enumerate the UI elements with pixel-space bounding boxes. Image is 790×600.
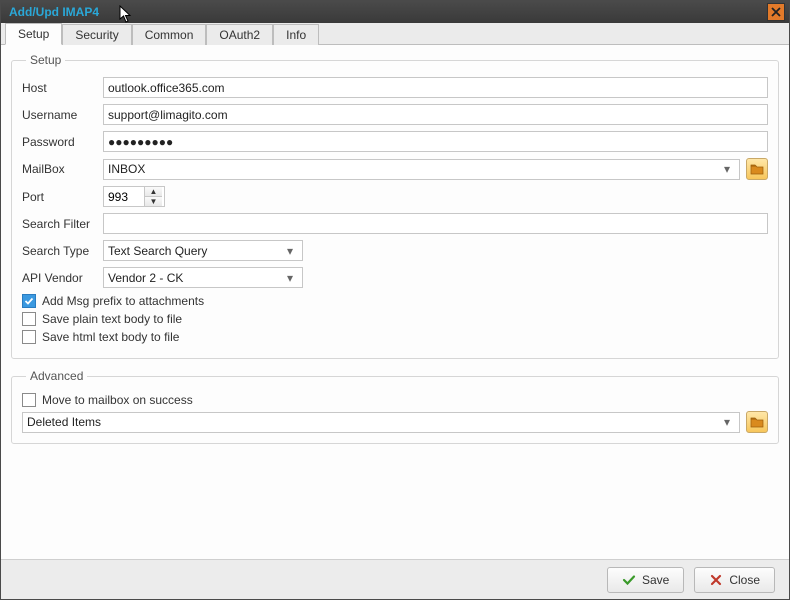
- tab-oauth2[interactable]: OAuth2: [206, 24, 273, 45]
- titlebar: Add/Upd IMAP4: [1, 1, 789, 23]
- x-icon: [709, 573, 723, 587]
- tab-security[interactable]: Security: [62, 24, 131, 45]
- close-icon: [771, 7, 781, 17]
- check-saveplain-label: Save plain text body to file: [42, 312, 182, 326]
- checkbox-icon: [22, 294, 36, 308]
- password-label: Password: [22, 135, 97, 149]
- check-saveplain[interactable]: Save plain text body to file: [22, 312, 768, 326]
- close-button[interactable]: Close: [694, 567, 775, 593]
- spacer: [11, 454, 779, 551]
- port-spin-down[interactable]: ▼: [145, 197, 162, 206]
- dialog-footer: Save Close: [1, 559, 789, 599]
- mailbox-combo[interactable]: INBOX ▾: [103, 159, 740, 180]
- setup-legend: Setup: [26, 53, 65, 67]
- tab-info[interactable]: Info: [273, 24, 319, 45]
- checkbox-icon: [22, 312, 36, 326]
- advanced-legend: Advanced: [26, 369, 87, 383]
- username-label: Username: [22, 108, 97, 122]
- mouse-cursor-icon: [119, 5, 135, 25]
- setup-group: Setup Host Username Password MailBox INB…: [11, 53, 779, 359]
- check-msgprefix-label: Add Msg prefix to attachments: [42, 294, 204, 308]
- checkbox-icon: [22, 330, 36, 344]
- chevron-down-icon: ▾: [719, 162, 735, 176]
- port-spin-up[interactable]: ▲: [145, 187, 162, 197]
- searchfilter-input[interactable]: [103, 213, 768, 234]
- searchtype-value: Text Search Query: [108, 244, 207, 258]
- port-label: Port: [22, 190, 97, 204]
- close-button-label: Close: [729, 573, 760, 587]
- checkbox-icon: [22, 393, 36, 407]
- folder-icon: [750, 415, 764, 429]
- port-input[interactable]: [104, 188, 144, 206]
- apivendor-label: API Vendor: [22, 271, 97, 285]
- window-title: Add/Upd IMAP4: [9, 5, 99, 19]
- host-label: Host: [22, 81, 97, 95]
- port-spinner[interactable]: ▲ ▼: [103, 186, 165, 207]
- chevron-down-icon: ▾: [282, 271, 298, 285]
- check-move[interactable]: Move to mailbox on success: [22, 393, 768, 407]
- tab-common[interactable]: Common: [132, 24, 207, 45]
- check-msgprefix[interactable]: Add Msg prefix to attachments: [22, 294, 768, 308]
- window-close-button[interactable]: [767, 3, 785, 21]
- dialog-window: Add/Upd IMAP4 Setup Security Common OAut…: [0, 0, 790, 600]
- check-move-label: Move to mailbox on success: [42, 393, 193, 407]
- tab-setup[interactable]: Setup: [5, 23, 62, 45]
- moveto-combo[interactable]: Deleted Items ▾: [22, 412, 740, 433]
- chevron-down-icon: ▾: [282, 244, 298, 258]
- mailbox-label: MailBox: [22, 162, 97, 176]
- searchfilter-label: Search Filter: [22, 217, 97, 231]
- moveto-value: Deleted Items: [27, 415, 101, 429]
- check-savehtml-label: Save html text body to file: [42, 330, 179, 344]
- password-input[interactable]: [103, 131, 768, 152]
- searchtype-label: Search Type: [22, 244, 97, 258]
- advanced-group: Advanced Move to mailbox on success Dele…: [11, 369, 779, 444]
- check-savehtml[interactable]: Save html text body to file: [22, 330, 768, 344]
- save-button[interactable]: Save: [607, 567, 684, 593]
- save-button-label: Save: [642, 573, 669, 587]
- mailbox-value: INBOX: [108, 162, 145, 176]
- check-icon: [622, 573, 636, 587]
- apivendor-value: Vendor 2 - CK: [108, 271, 183, 285]
- apivendor-combo[interactable]: Vendor 2 - CK ▾: [103, 267, 303, 288]
- tabstrip: Setup Security Common OAuth2 Info: [1, 23, 789, 45]
- tab-pane-setup: Setup Host Username Password MailBox INB…: [1, 45, 789, 559]
- mailbox-browse-button[interactable]: [746, 158, 768, 180]
- host-input[interactable]: [103, 77, 768, 98]
- folder-icon: [750, 162, 764, 176]
- searchtype-combo[interactable]: Text Search Query ▾: [103, 240, 303, 261]
- moveto-browse-button[interactable]: [746, 411, 768, 433]
- chevron-down-icon: ▾: [719, 415, 735, 429]
- username-input[interactable]: [103, 104, 768, 125]
